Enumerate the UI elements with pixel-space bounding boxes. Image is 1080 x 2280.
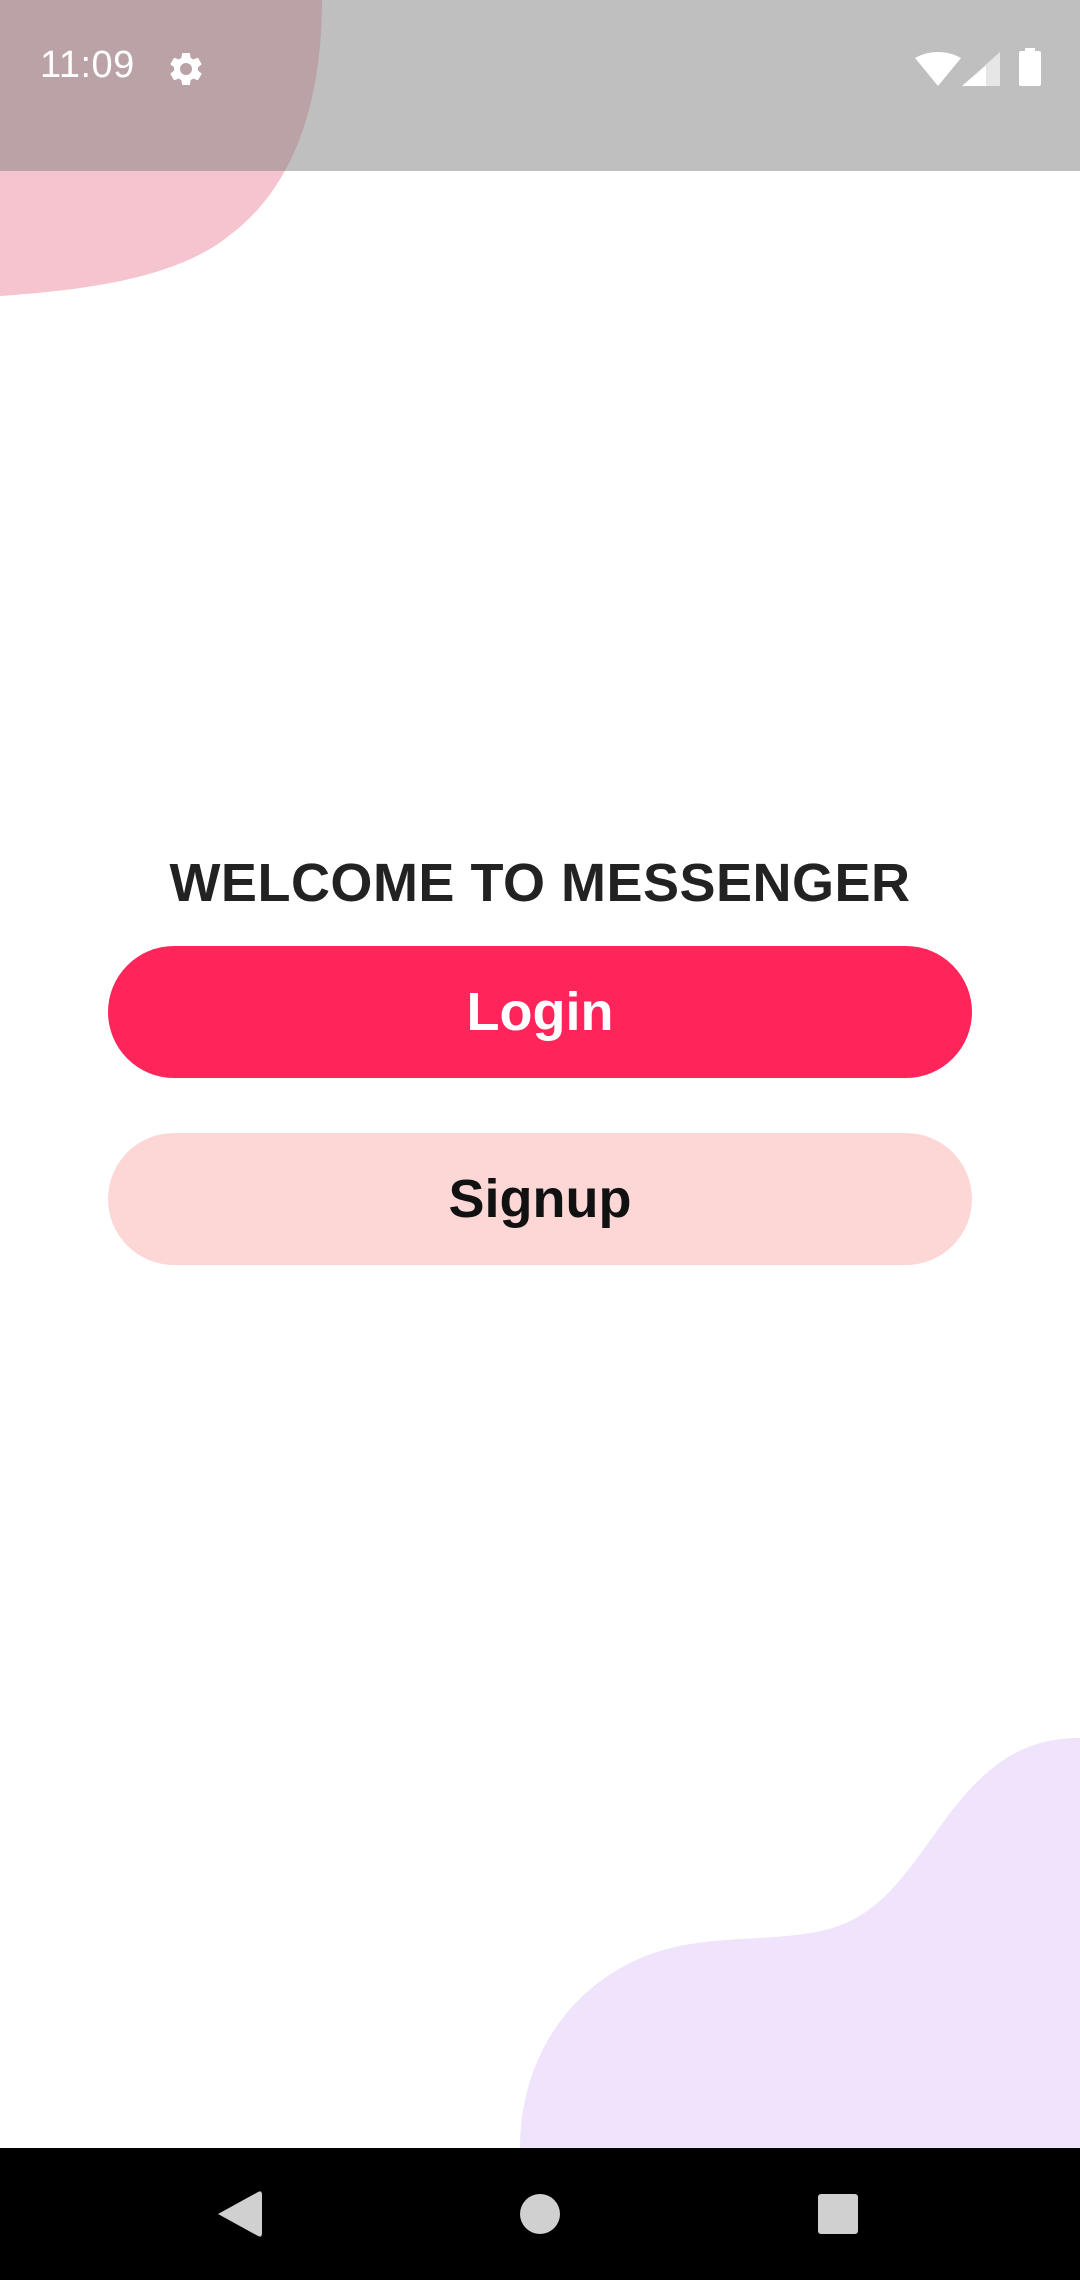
battery-icon xyxy=(1019,48,1041,86)
signup-button[interactable]: Signup xyxy=(108,1133,972,1265)
wifi-icon xyxy=(915,52,961,86)
recents-icon[interactable] xyxy=(818,2194,858,2234)
decorative-bottom-blob xyxy=(520,1738,1080,2148)
welcome-screen: 11:09 WELCOME TO MESSENGER Login Signup xyxy=(0,0,1080,2280)
back-icon[interactable] xyxy=(218,2190,262,2238)
gear-icon xyxy=(170,52,202,85)
home-icon[interactable] xyxy=(520,2194,560,2234)
signal-icon xyxy=(962,52,1000,86)
login-button[interactable]: Login xyxy=(108,946,972,1078)
status-time: 11:09 xyxy=(40,44,135,86)
status-bar: 11:09 xyxy=(0,0,1080,171)
navigation-bar xyxy=(0,2148,1080,2280)
welcome-title: WELCOME TO MESSENGER xyxy=(169,853,911,913)
